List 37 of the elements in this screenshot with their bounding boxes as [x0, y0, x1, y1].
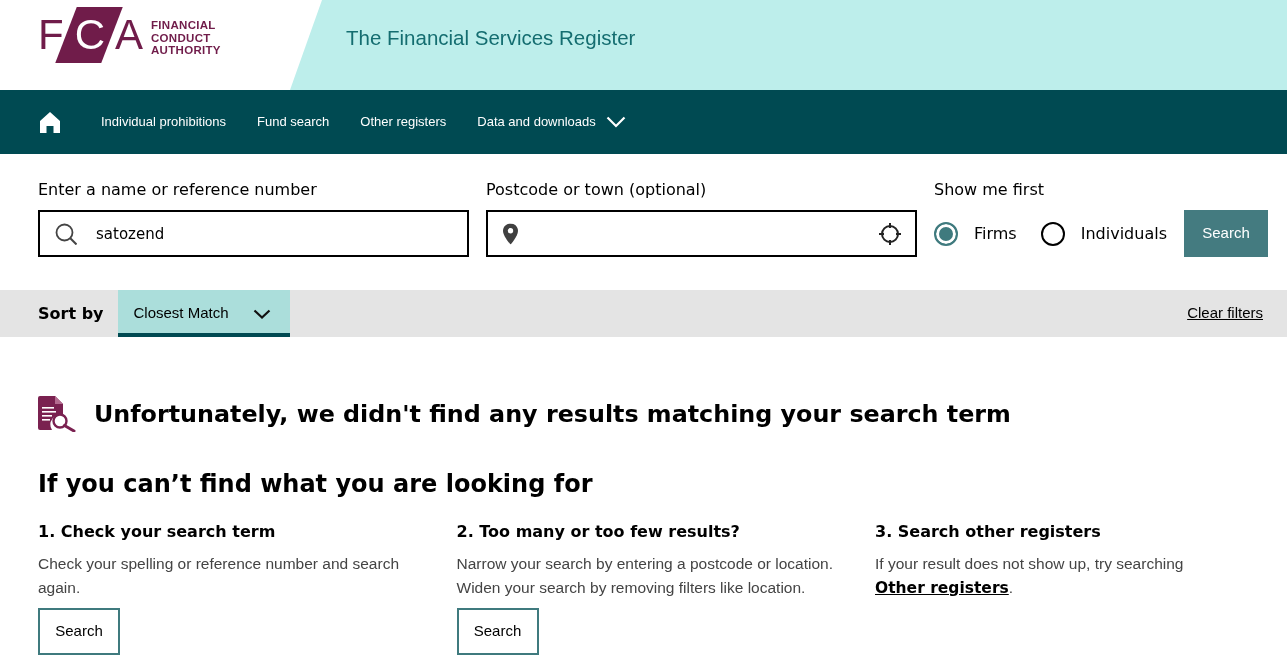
radio-label[interactable]: Firms	[974, 221, 1017, 246]
field-label: Show me first	[934, 180, 1046, 200]
nav-link[interactable]: Fund search	[257, 112, 330, 132]
no-results-icon	[38, 396, 76, 432]
registers-link[interactable]: Other registers	[875, 579, 1009, 597]
nav-link[interactable]: Individual prohibitions	[101, 112, 227, 132]
section-heading: 1. Check your search term	[38, 521, 277, 543]
sort-label: Sort by	[38, 302, 104, 325]
nav-dropdown[interactable]: Data and downloads	[477, 112, 626, 132]
search-field[interactable]: satozend	[38, 210, 469, 257]
section-heading: 3. Search other registers	[875, 521, 1102, 543]
crosshair-icon[interactable]	[879, 222, 901, 245]
search-button[interactable]: Search	[456, 608, 539, 655]
home-icon[interactable]	[40, 111, 60, 133]
nav-link[interactable]: Other registers	[360, 112, 447, 132]
pin-icon	[503, 223, 518, 244]
field-label: Postcode or town (optional)	[486, 180, 708, 200]
section-text: Check your spelling or reference number and search again.	[38, 554, 400, 598]
radio-label[interactable]: Individuals	[1080, 221, 1167, 246]
logo-wordmark: FINANCIAL CONDUCT AUTHORITY	[151, 19, 221, 57]
sort-dropdown[interactable]: Closest Match	[117, 290, 290, 337]
section-heading: 2. Too many or too few results?	[456, 521, 741, 543]
radio-button[interactable]	[1040, 221, 1065, 246]
search-button[interactable]: Search	[38, 608, 120, 655]
location-field[interactable]	[486, 210, 917, 257]
no-results-heading: Unfortunately, we didn't find any results matching your search term	[94, 399, 1011, 429]
site-title: The Financial Services Register	[346, 24, 636, 51]
chevron-down-icon	[605, 116, 626, 128]
section-text: Narrow your search by entering a postcode or location. Widen your search by removing filters like location.	[456, 554, 834, 598]
section-text: If your result does not show up, try searching Other registers.	[875, 554, 1185, 599]
clear-filters-link[interactable]: Clear filters	[1187, 302, 1263, 325]
help-heading: If you can’t find what you are looking for	[38, 469, 594, 499]
search-icon	[55, 222, 77, 245]
search-button[interactable]: Search	[1183, 210, 1268, 257]
field-label: Enter a name or reference number	[38, 180, 318, 200]
radio-button[interactable]	[934, 221, 958, 246]
chevron-down-icon	[252, 308, 271, 319]
